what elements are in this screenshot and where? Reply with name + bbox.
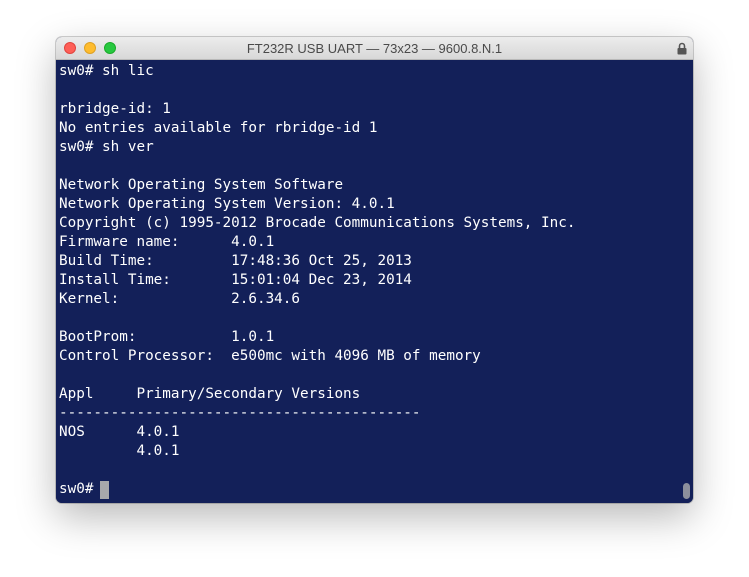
terminal-line: Network Operating System Version: 4.0.1 bbox=[59, 196, 395, 212]
terminal-separator: ----------------------------------------… bbox=[59, 405, 421, 421]
terminal-line: BootProm: 1.0.1 bbox=[59, 329, 275, 345]
terminal-line: Build Time: 17:48:36 Oct 25, 2013 bbox=[59, 253, 412, 269]
terminal-line: 4.0.1 bbox=[59, 443, 180, 459]
terminal-line: Firmware name: 4.0.1 bbox=[59, 234, 275, 250]
terminal-line: No entries available for rbridge-id 1 bbox=[59, 120, 378, 136]
lock-icon bbox=[677, 42, 687, 55]
terminal-line: sw0# sh lic bbox=[59, 63, 154, 79]
text-cursor bbox=[100, 481, 109, 499]
terminal-window: FT232R USB UART — 73x23 — 9600.8.N.1 sw0… bbox=[56, 37, 693, 503]
terminal-line: Copyright (c) 1995-2012 Brocade Communic… bbox=[59, 215, 576, 231]
terminal-line: NOS 4.0.1 bbox=[59, 424, 180, 440]
scrollbar-thumb[interactable] bbox=[683, 483, 690, 499]
title-bar[interactable]: FT232R USB UART — 73x23 — 9600.8.N.1 bbox=[56, 37, 693, 60]
terminal-line: Appl Primary/Secondary Versions bbox=[59, 386, 361, 402]
terminal-line: sw0# sh ver bbox=[59, 139, 154, 155]
terminal-line: rbridge-id: 1 bbox=[59, 101, 171, 117]
terminal-prompt: sw0# bbox=[59, 481, 103, 497]
terminal-line: Install Time: 15:01:04 Dec 23, 2014 bbox=[59, 272, 412, 288]
window-title: FT232R USB UART — 73x23 — 9600.8.N.1 bbox=[246, 41, 503, 56]
terminal-line: Control Processor: e500mc with 4096 MB o… bbox=[59, 348, 481, 364]
terminal-line: Kernel: 2.6.34.6 bbox=[59, 291, 301, 307]
terminal-line: Network Operating System Software bbox=[59, 177, 344, 193]
terminal-output[interactable]: sw0# sh lic rbridge-id: 1 No entries ava… bbox=[56, 60, 693, 503]
